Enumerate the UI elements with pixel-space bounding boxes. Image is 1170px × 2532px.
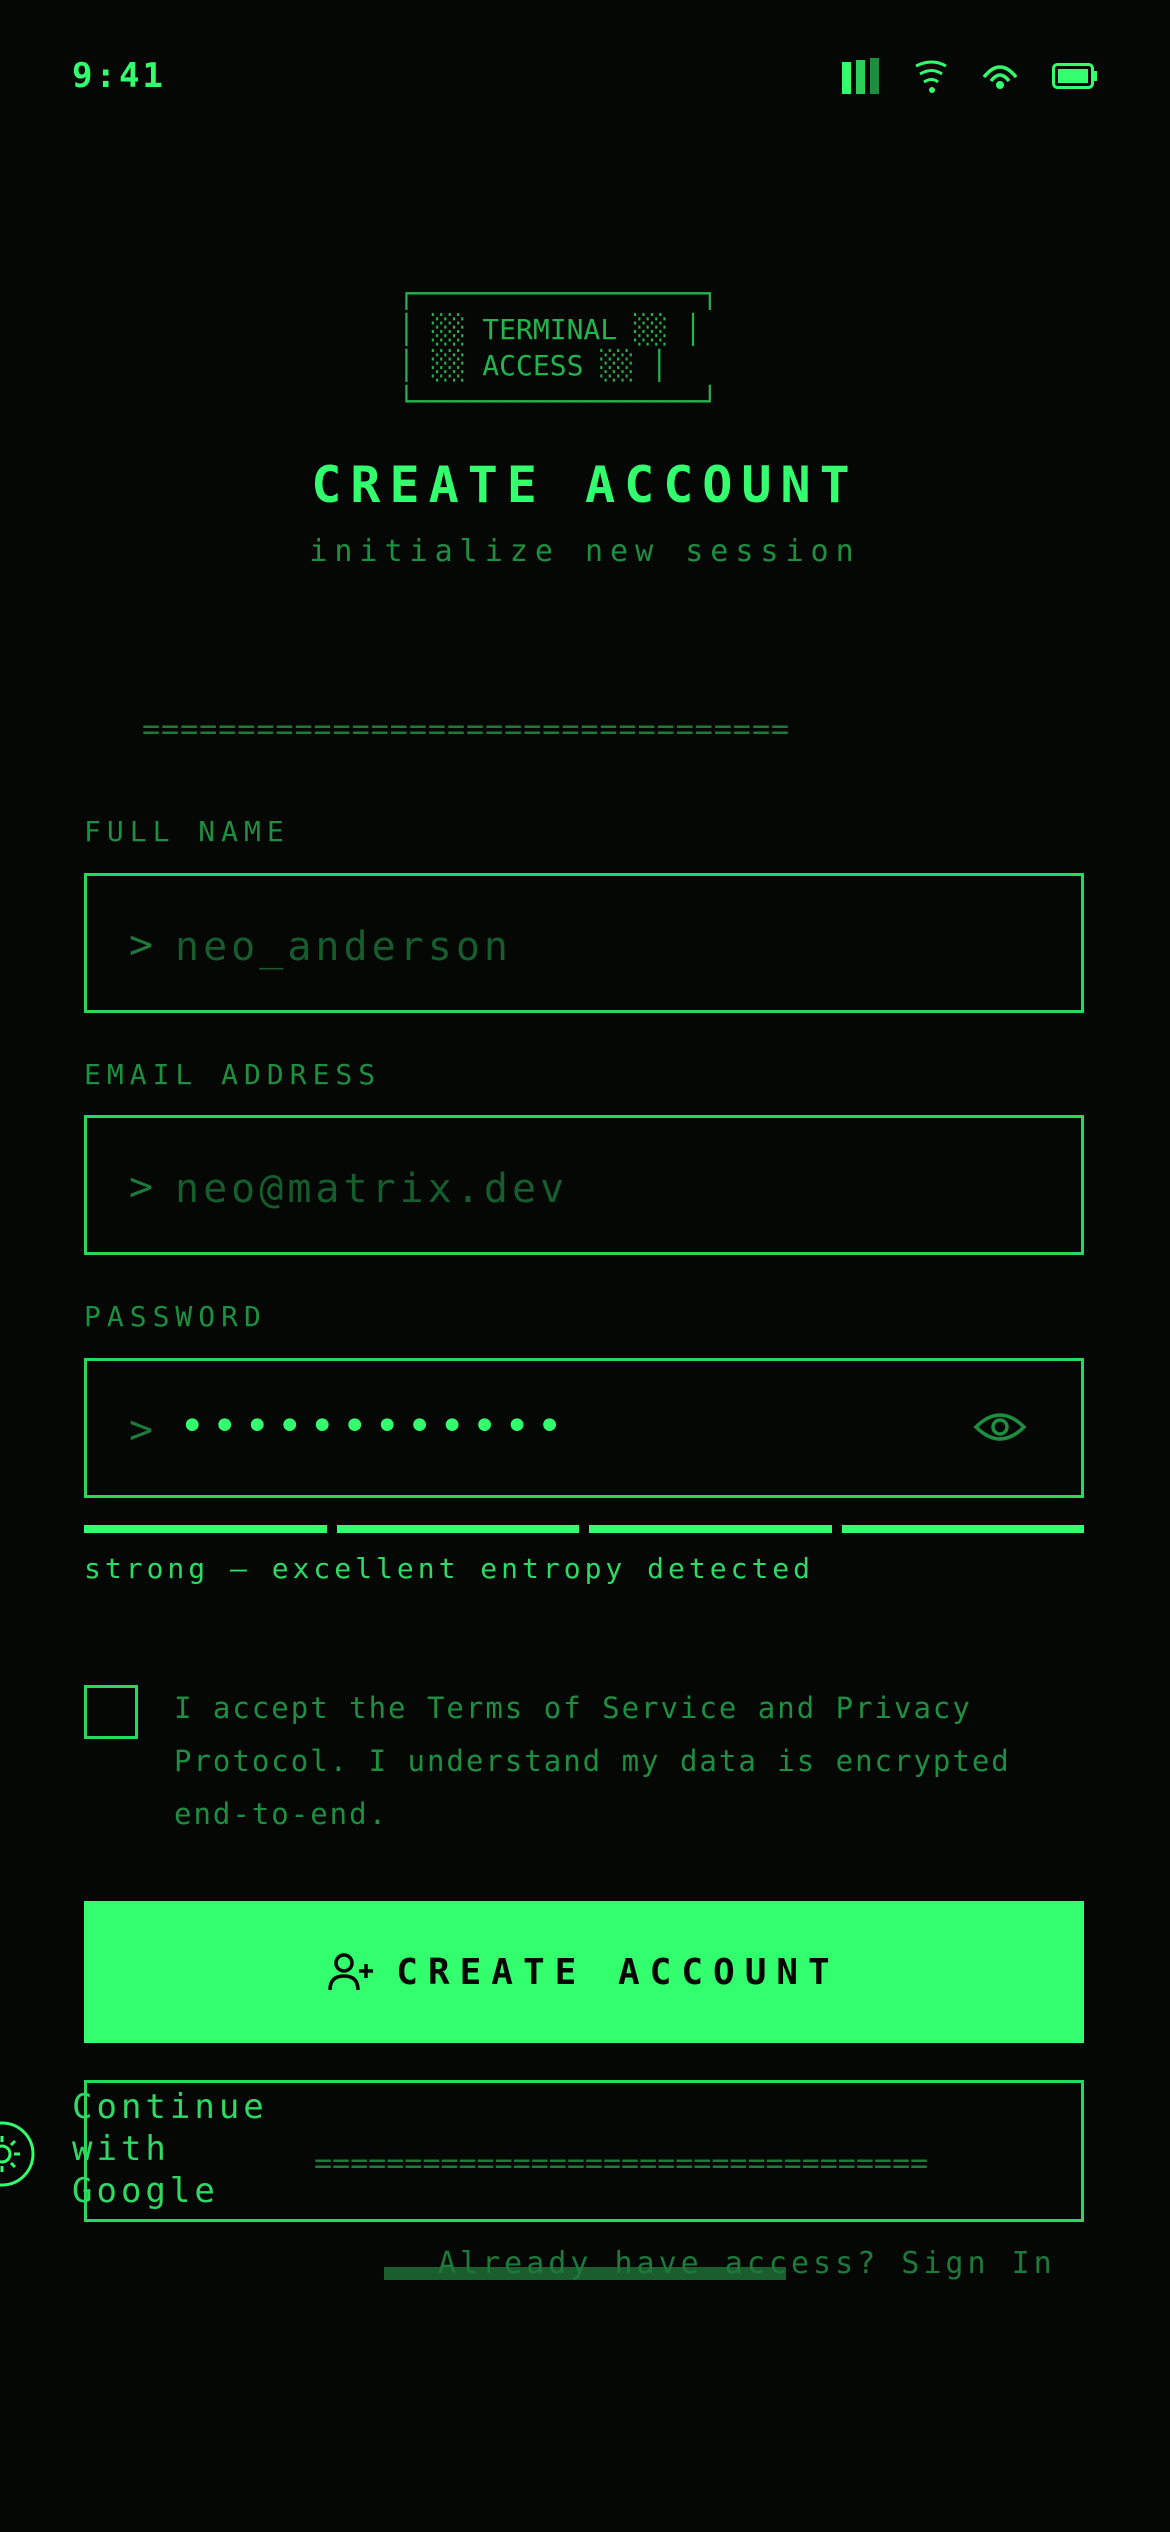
password-field[interactable]: > ••••••••••••: [84, 1358, 1084, 1498]
terminal-access-banner: ┌─────────────────┐ │ ░░ TERMINAL ░░ │ │…: [398, 276, 774, 418]
sun-icon: [0, 2121, 35, 2187]
prompt-symbol: >: [129, 1407, 154, 1453]
status-icons: [842, 56, 1098, 96]
page-subtitle: initialize new session: [309, 534, 861, 569]
status-time: 9:41: [72, 56, 166, 96]
email-placeholder: neo@matrix.dev: [175, 1166, 569, 1212]
banner-art: ┌─────────────────┐ │ ░░ TERMINAL ░░ │ │…: [398, 277, 719, 418]
password-strength-text: strong — excellent entropy detected: [84, 1552, 815, 1585]
strength-segment: [589, 1525, 832, 1533]
full-name-field[interactable]: > neo_anderson: [84, 873, 1084, 1013]
create-account-label: CREATE ACCOUNT: [396, 1951, 840, 1993]
user-plus-icon: [328, 1953, 374, 1991]
eye-icon[interactable]: [973, 1405, 1027, 1449]
strength-segment: [841, 1525, 1084, 1533]
page-title: CREATE ACCOUNT: [311, 456, 859, 514]
email-field[interactable]: > neo@matrix.dev: [84, 1115, 1084, 1255]
full-name-placeholder: neo_anderson: [175, 924, 512, 970]
terms-checkbox[interactable]: [84, 1685, 138, 1739]
password-strength-meter: [84, 1525, 1084, 1533]
google-ascii-divider: ==================================: [314, 2146, 929, 2181]
strength-segment: [336, 1525, 579, 1533]
prompt-symbol: >: [129, 1164, 154, 1210]
terms-text: I accept the Terms of Service and Privac…: [174, 1691, 1011, 1831]
battery-icon: [1052, 63, 1097, 89]
hotspot-icon: [982, 65, 1018, 89]
signal-icon: [842, 58, 879, 94]
password-value: ••••••••••••: [179, 1401, 569, 1452]
full-name-label: FULL NAME: [84, 815, 290, 848]
signin-link[interactable]: Already have access? Sign In: [438, 2246, 1056, 2281]
create-account-button[interactable]: CREATE ACCOUNT: [84, 1901, 1084, 2043]
password-label: PASSWORD: [84, 1300, 267, 1333]
strength-segment: [84, 1525, 327, 1533]
wifi-icon: [915, 60, 947, 93]
google-signin-label: Continue with Google: [72, 2087, 268, 2211]
prompt-symbol: >: [129, 922, 154, 968]
ascii-divider: ==================================: [142, 712, 791, 747]
email-label: EMAIL ADDRESS: [84, 1058, 382, 1091]
